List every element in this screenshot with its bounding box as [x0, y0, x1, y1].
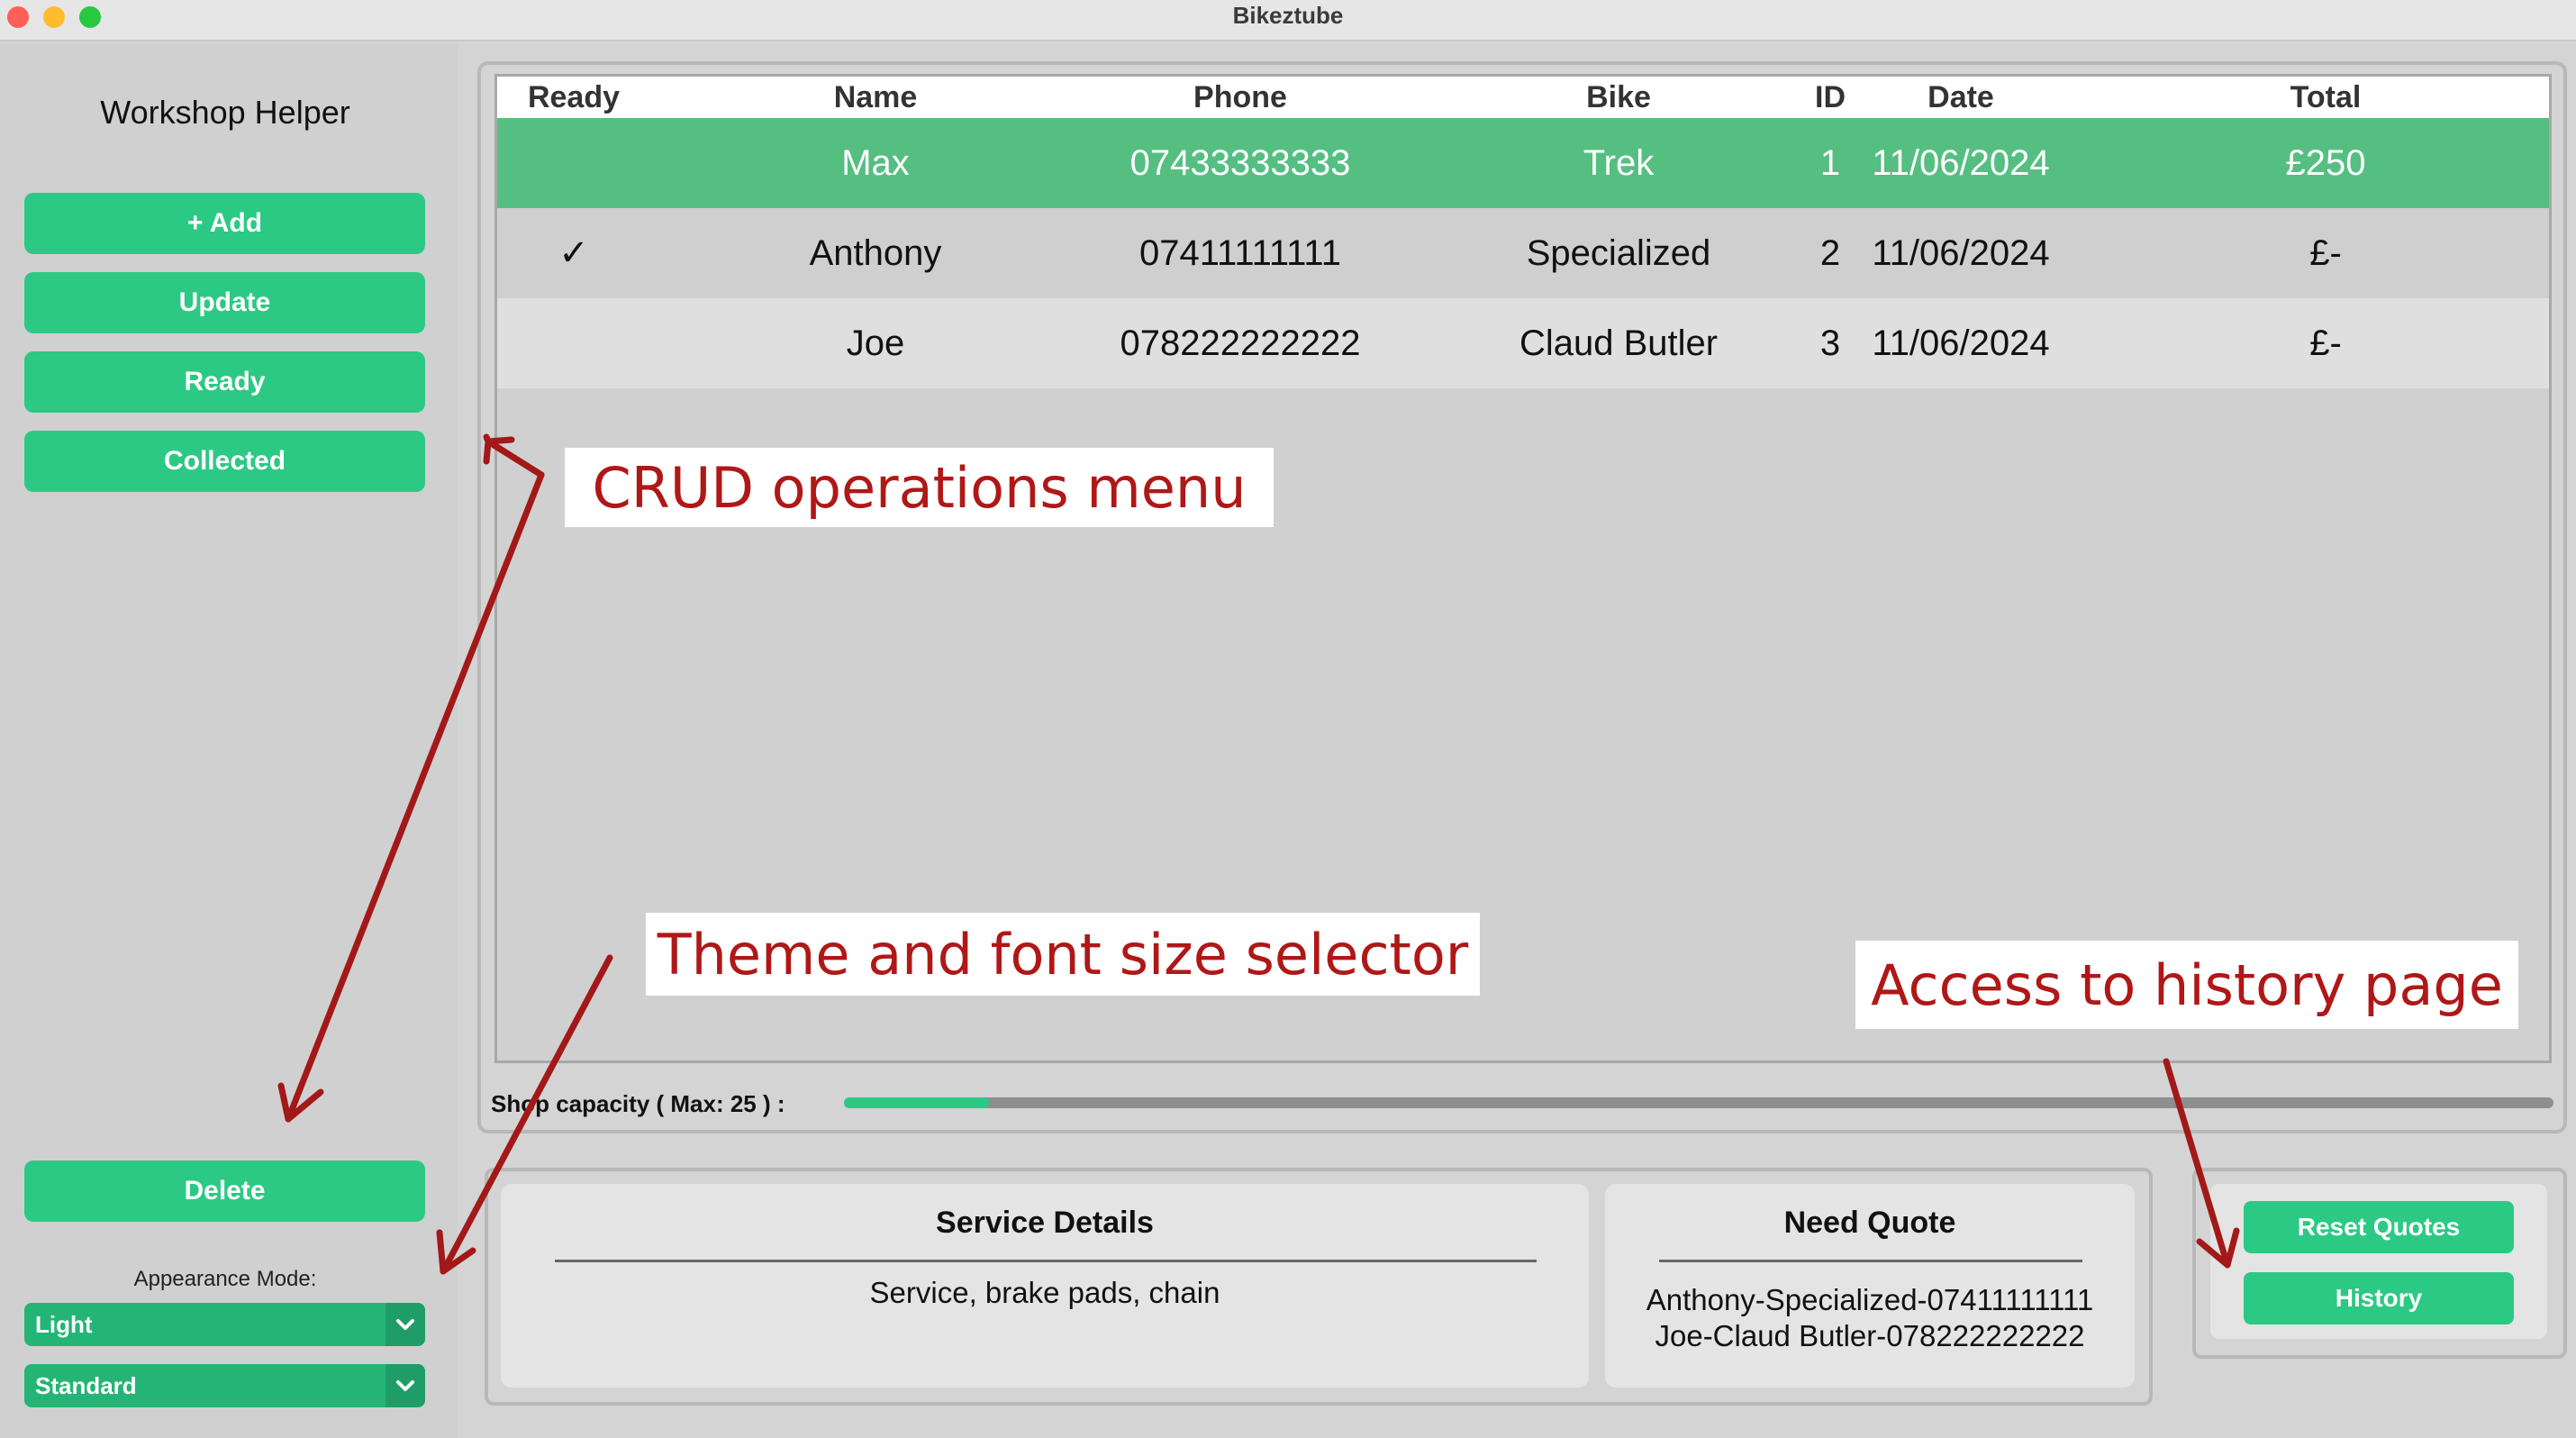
need-quote-item: Joe-Claud Butler-078222222222: [1655, 1319, 2085, 1352]
phone-cell: 07433333333: [1129, 142, 1351, 183]
service-details-text: Service, brake pads, chain: [869, 1276, 1220, 1309]
service-details-title: Service Details: [936, 1206, 1154, 1240]
add-button[interactable]: + Add: [24, 193, 425, 254]
table-row[interactable]: Joe 078222222222 Claud Butler 3 11/06/20…: [497, 298, 2549, 388]
font-size-select[interactable]: Standard: [24, 1364, 425, 1407]
service-details-card: Service Details Service, brake pads, cha…: [501, 1184, 1589, 1388]
app-title: Workshop Helper: [100, 94, 350, 131]
update-button[interactable]: Update: [24, 272, 425, 333]
ready-cell: [497, 118, 650, 208]
theme-annotation: Theme and font size selector: [646, 913, 1480, 996]
date-cell: 11/06/2024: [1872, 323, 2050, 363]
history-button[interactable]: History: [2244, 1272, 2514, 1324]
appearance-mode-label: Appearance Mode:: [133, 1267, 317, 1291]
total-cell: £-: [2309, 323, 2342, 363]
ready-check-icon: ✓: [558, 233, 589, 273]
shop-capacity-label: Shop capacity ( Max: 25 ) :: [491, 1090, 785, 1117]
shop-capacity-fill: [844, 1097, 990, 1108]
header-phone[interactable]: Phone: [925, 77, 1556, 118]
need-quote-card: Need Quote Anthony-Specialized-074111111…: [1605, 1184, 2135, 1388]
date-cell: 11/06/2024: [1872, 142, 2050, 183]
chevron-down-icon[interactable]: [385, 1364, 425, 1407]
window-title: Bikeztube: [1232, 2, 1344, 29]
font-size-select-value: Standard: [35, 1372, 137, 1399]
bike-cell: Specialized: [1526, 232, 1711, 273]
delete-button[interactable]: Delete: [24, 1160, 425, 1222]
collected-button[interactable]: Collected: [24, 431, 425, 492]
bike-cell: Trek: [1583, 142, 1655, 183]
table-row[interactable]: Max 07433333333 Trek 1 11/06/2024 £250: [497, 118, 2549, 208]
need-quote-title: Need Quote: [1783, 1206, 1956, 1240]
total-cell: £250: [2285, 142, 2366, 183]
theme-select[interactable]: Light: [24, 1303, 425, 1346]
header-bike[interactable]: Bike: [1483, 77, 1754, 118]
divider: [1659, 1260, 2082, 1262]
header-total[interactable]: Total: [2236, 77, 2416, 118]
header-date[interactable]: Date: [1826, 77, 2096, 118]
ready-cell: [497, 298, 650, 388]
reset-quotes-button[interactable]: Reset Quotes: [2244, 1201, 2514, 1253]
phone-cell: 07411111111: [1139, 232, 1341, 273]
table-header: Ready Name Phone Bike ID Date Total: [497, 77, 2549, 118]
ready-button[interactable]: Ready: [24, 351, 425, 413]
sidebar: Workshop Helper + Add Update Ready Colle…: [0, 43, 458, 1438]
date-cell: 11/06/2024: [1872, 232, 2050, 273]
history-annotation: Access to history page: [1855, 941, 2518, 1029]
divider: [555, 1260, 1537, 1262]
title-bar: Bikeztube: [0, 0, 2576, 41]
crud-annotation: CRUD operations menu: [565, 448, 1274, 527]
header-ready[interactable]: Ready: [497, 77, 650, 118]
table-row[interactable]: ✓ Anthony 07411111111 Specialized 2 11/0…: [497, 208, 2549, 298]
bike-cell: Claud Butler: [1519, 323, 1719, 363]
shop-capacity-progress: [844, 1097, 2553, 1108]
chevron-down-icon[interactable]: [385, 1303, 425, 1346]
need-quote-item: Anthony-Specialized-07411111111: [1646, 1283, 2094, 1316]
theme-select-value: Light: [35, 1311, 93, 1338]
phone-cell: 078222222222: [1120, 323, 1361, 363]
total-cell: £-: [2309, 232, 2342, 273]
